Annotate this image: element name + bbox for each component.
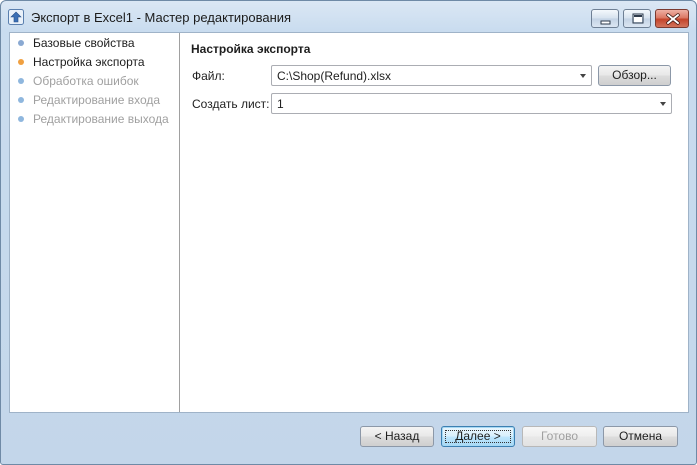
- step-label: Редактирование входа: [33, 93, 161, 107]
- wizard-body: Базовые свойства Настройка экспорта Обра…: [9, 32, 689, 413]
- cancel-button[interactable]: Отмена: [603, 426, 678, 447]
- file-path-value: C:\Shop(Refund).xlsx: [277, 69, 392, 83]
- sheet-label: Создать лист:: [192, 97, 270, 111]
- step-label: Базовые свойства: [33, 36, 135, 50]
- close-button[interactable]: [655, 9, 689, 28]
- sheet-combobox[interactable]: 1: [271, 93, 672, 114]
- wizard-window: Экспорт в Excel1 - Мастер редактирования…: [0, 0, 697, 465]
- file-path-combobox[interactable]: C:\Shop(Refund).xlsx: [271, 65, 592, 86]
- step-basic-properties[interactable]: Базовые свойства: [18, 35, 135, 51]
- step-status-dot: [18, 77, 24, 84]
- chevron-down-icon[interactable]: [580, 74, 586, 78]
- focus-rectangle: [445, 430, 511, 443]
- step-edit-input[interactable]: Редактирование входа: [18, 92, 160, 108]
- finish-button: Готово: [522, 426, 597, 447]
- step-label: Настройка экспорта: [33, 55, 145, 69]
- step-status-dot: [18, 58, 24, 65]
- maximize-button[interactable]: [623, 9, 651, 28]
- back-button[interactable]: < Назад: [360, 426, 434, 447]
- steps-panel: Базовые свойства Настройка экспорта Обра…: [10, 33, 180, 412]
- section-title: Настройка экспорта: [191, 42, 311, 56]
- step-export-settings[interactable]: Настройка экспорта: [18, 54, 145, 70]
- export-arrow-icon: [8, 9, 24, 25]
- chevron-down-icon[interactable]: [660, 102, 666, 106]
- step-edit-output[interactable]: Редактирование выхода: [18, 111, 169, 127]
- browse-button[interactable]: Обзор...: [598, 65, 671, 86]
- title-bar[interactable]: Экспорт в Excel1 - Мастер редактирования: [1, 1, 696, 33]
- maximize-icon: [632, 13, 644, 24]
- window-title: Экспорт в Excel1 - Мастер редактирования: [31, 10, 292, 25]
- step-content: Настройка экспорта Файл: C:\Shop(Refund)…: [180, 33, 688, 412]
- minimize-button[interactable]: [591, 9, 619, 28]
- sheet-value: 1: [277, 97, 284, 111]
- next-button[interactable]: Далее >: [441, 426, 515, 447]
- minimize-icon: [600, 20, 611, 25]
- step-status-dot: [18, 39, 24, 46]
- close-icon: [666, 13, 680, 25]
- file-label: Файл:: [192, 69, 225, 83]
- step-label: Редактирование выхода: [33, 112, 169, 126]
- step-label: Обработка ошибок: [33, 74, 139, 88]
- step-error-handling[interactable]: Обработка ошибок: [18, 73, 139, 89]
- step-status-dot: [18, 96, 24, 103]
- step-status-dot: [18, 115, 24, 122]
